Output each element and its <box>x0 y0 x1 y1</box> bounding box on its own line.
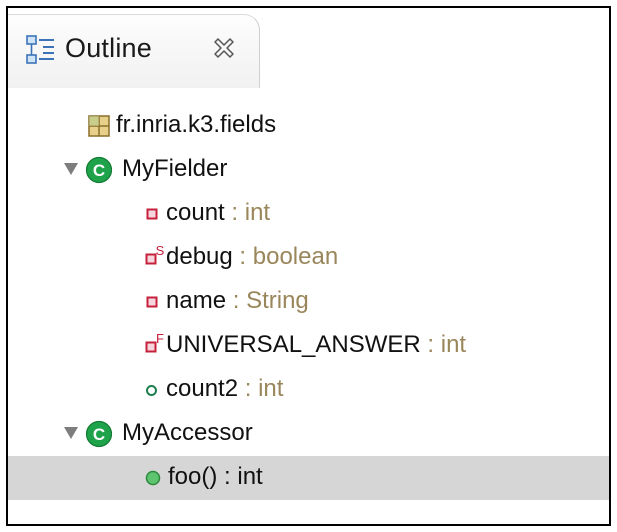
tree-row-field[interactable]: F UNIVERSAL_ANSWER : int <box>8 324 609 368</box>
outline-icon <box>26 35 54 64</box>
field-type-text: int <box>258 375 284 402</box>
outline-view: Outline fr.inria.k3.fields C MyFielder c… <box>6 6 611 526</box>
tree-row-class[interactable]: C MyFielder <box>8 148 609 192</box>
class-icon: C <box>85 156 113 184</box>
field-type-text: boolean <box>252 243 339 270</box>
tree-row-label: MyAccessor <box>122 419 253 446</box>
field-name-text: UNIVERSAL_ANSWER <box>166 331 421 358</box>
tree-row-field[interactable]: name : String <box>8 280 609 324</box>
close-icon[interactable] <box>213 37 235 59</box>
field-name-text: name <box>166 287 227 314</box>
class-icon: C <box>85 420 113 448</box>
svg-text:S: S <box>156 244 165 258</box>
tree-row-field[interactable]: S debug : boolean <box>8 236 609 280</box>
tree-row-package[interactable]: fr.inria.k3.fields <box>8 104 609 148</box>
field-type-text: int <box>440 331 467 358</box>
field-separator: : <box>226 287 247 314</box>
tree-row-method[interactable]: foo() : int <box>8 456 609 500</box>
tree-row-label: MyFielder <box>122 155 228 182</box>
svg-text:C: C <box>93 425 105 444</box>
svg-text:F: F <box>156 332 164 346</box>
package-icon <box>88 115 110 137</box>
outline-tree: fr.inria.k3.fields C MyFielder count : i… <box>8 88 609 524</box>
view-tab-strip: Outline <box>8 8 609 88</box>
field-separator: : <box>224 199 245 226</box>
field-separator: : <box>232 243 253 270</box>
expand-triangle-icon[interactable] <box>64 163 78 175</box>
method-separator: : <box>217 463 238 490</box>
tree-row-label: fr.inria.k3.fields <box>116 111 277 138</box>
method-type-text: int <box>237 463 263 490</box>
private-static-field-icon: S <box>145 244 165 265</box>
tree-row-field[interactable]: count2 : int <box>8 368 609 412</box>
private-final-field-icon: F <box>145 332 164 353</box>
tab-outline[interactable]: Outline <box>8 14 260 88</box>
tab-outline-label: Outline <box>65 33 152 63</box>
field-type-text: String <box>246 287 309 314</box>
field-type-text: int <box>244 199 271 226</box>
field-separator: : <box>238 375 259 402</box>
svg-text:C: C <box>93 161 105 180</box>
field-name-text: count <box>166 199 225 226</box>
private-field-icon <box>146 296 158 308</box>
field-name-text: debug <box>166 243 233 270</box>
public-method-icon <box>145 470 161 486</box>
field-separator: : <box>420 331 441 358</box>
expand-triangle-icon[interactable] <box>64 427 78 439</box>
tree-row-field[interactable]: count : int <box>8 192 609 236</box>
field-name-text: count2 <box>166 375 239 402</box>
private-field-icon <box>146 208 158 220</box>
tree-row-class[interactable]: C MyAccessor <box>8 412 609 456</box>
method-name-text: foo() <box>168 463 218 490</box>
package-field-icon <box>146 385 157 396</box>
